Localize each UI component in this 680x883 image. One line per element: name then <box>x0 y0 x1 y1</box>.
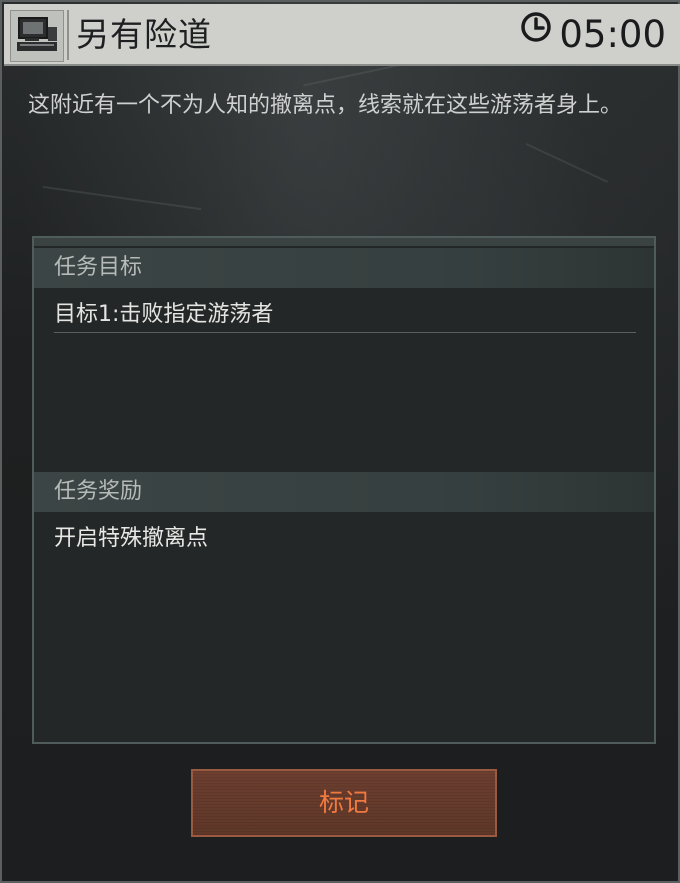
map-texture <box>42 185 202 211</box>
mission-title: 另有险道 <box>76 15 212 54</box>
rewards-header: 任务奖励 <box>34 472 654 512</box>
objective-item: 目标1:击败指定游荡者 <box>54 298 636 333</box>
countdown-timer: 05:00 <box>519 11 666 57</box>
mark-button[interactable]: 标记 <box>191 769 497 837</box>
timer-text: 05:00 <box>559 13 666 56</box>
objectives-header: 任务目标 <box>34 248 654 288</box>
mission-dialog: 另有险道 05:00 这附近有一个不为人知的撤离点，线索就在这些游荡者身上。 任… <box>0 0 680 883</box>
header-bar: 另有险道 05:00 <box>4 4 680 66</box>
panel-top-strip <box>34 238 654 246</box>
header-divider <box>67 10 69 60</box>
clock-icon <box>519 10 553 61</box>
terminal-icon <box>10 10 64 62</box>
mission-description: 这附近有一个不为人知的撤离点，线索就在这些游荡者身上。 <box>28 93 623 118</box>
reward-item: 开启特殊撤离点 <box>54 526 209 551</box>
mission-detail-panel: 任务目标 目标1:击败指定游荡者 任务奖励 开启特殊撤离点 <box>32 236 656 744</box>
map-texture <box>525 143 609 183</box>
